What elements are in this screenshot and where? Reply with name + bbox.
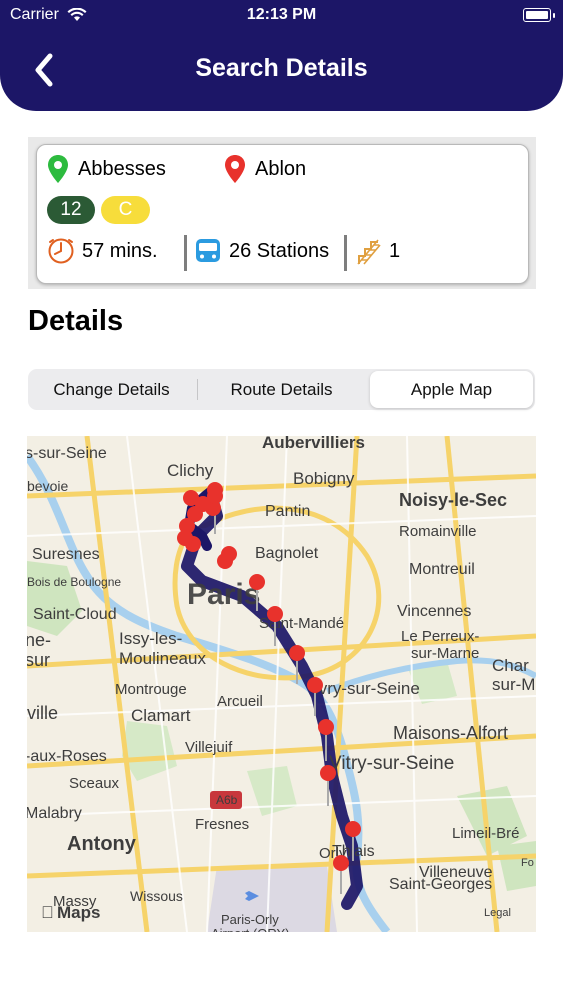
svg-text:Antony: Antony — [67, 833, 137, 855]
svg-text:Maisons-Alfort: Maisons-Alfort — [393, 723, 508, 743]
svg-text:Sceaux: Sceaux — [69, 775, 120, 792]
svg-text:Villejuif: Villejuif — [185, 739, 233, 756]
svg-text:Bois de Boulogne: Bois de Boulogne — [27, 575, 121, 589]
svg-text:Vincennes: Vincennes — [397, 603, 471, 620]
to-station: Ablon — [255, 158, 307, 180]
svg-text:Vitry-sur-Seine: Vitry-sur-Seine — [329, 753, 454, 774]
svg-text:Ivry-sur-Seine: Ivry-sur-Seine — [314, 679, 420, 698]
duration-text: 57 mins. — [82, 240, 158, 262]
svg-text:Paris-Orly: Paris-Orly — [221, 912, 279, 927]
svg-text::  — [41, 903, 54, 922]
svg-text:Bagnolet: Bagnolet — [255, 545, 319, 562]
svg-text:Bobigny: Bobigny — [293, 469, 355, 488]
svg-text:Suresnes: Suresnes — [32, 546, 100, 563]
svg-text:sur: sur — [27, 650, 50, 670]
svg-text:Saint-Georges: Saint-Georges — [389, 876, 492, 893]
svg-text:Fresnes: Fresnes — [195, 816, 249, 833]
svg-text:sur-Marne: sur-Marne — [411, 645, 479, 662]
svg-text:Legal: Legal — [484, 907, 511, 919]
line-badge: 12 — [47, 196, 95, 224]
section-heading: Details — [28, 305, 124, 337]
status-time: 12:13 PM — [246, 6, 317, 23]
end-location-pin-icon — [224, 154, 246, 189]
status-bar: Carrier 12:13 PM — [0, 5, 563, 27]
page-title: Search Details — [195, 54, 368, 82]
svg-text:Malabry: Malabry — [27, 805, 82, 822]
svg-text:Wissous: Wissous — [130, 888, 183, 904]
train-icon — [194, 237, 222, 270]
svg-text:Noisy-le-Sec: Noisy-le-Sec — [399, 490, 507, 510]
divider — [344, 235, 347, 271]
battery-icon — [523, 8, 555, 22]
svg-text:Arcueil: Arcueil — [217, 693, 263, 710]
svg-text:Aubervilliers: Aubervilliers — [262, 436, 365, 452]
changes-count: 1 — [389, 240, 401, 262]
stations-count: 26 Stations — [229, 240, 330, 262]
from-station: Abbesses — [78, 158, 166, 180]
tab-change-details[interactable]: Change Details — [28, 369, 195, 410]
svg-text:Montreuil: Montreuil — [409, 561, 475, 578]
map-label: s-sur-Seine — [27, 445, 107, 462]
svg-text:Limeil-Bré: Limeil-Bré — [452, 825, 520, 842]
map-canvas: Aubervilliers s-sur-Seine Clichy Bobigny… — [27, 436, 536, 932]
clock-icon — [47, 237, 75, 270]
svg-text:Airport (ORY): Airport (ORY) — [211, 926, 290, 932]
svg-text:Issy-les-: Issy-les- — [119, 629, 182, 648]
tab-apple-map[interactable]: Apple Map — [370, 371, 533, 408]
svg-text:Le Perreux-: Le Perreux- — [401, 628, 479, 645]
svg-text:Fo: Fo — [521, 857, 534, 869]
svg-text:ville: ville — [27, 703, 58, 723]
svg-text:Romainville: Romainville — [399, 523, 477, 540]
line-badge: C — [101, 196, 150, 224]
svg-text:sur-M: sur-M — [492, 675, 535, 694]
svg-text:bevoie: bevoie — [27, 478, 68, 494]
tab-route-details[interactable]: Route Details — [198, 369, 365, 410]
svg-text:Clichy: Clichy — [167, 461, 214, 480]
svg-text:Saint-Cloud: Saint-Cloud — [33, 606, 117, 623]
divider — [184, 235, 187, 271]
svg-text:Clamart: Clamart — [131, 706, 191, 725]
svg-text:ne-: ne- — [27, 630, 51, 650]
svg-text:-aux-Roses: -aux-Roses — [27, 748, 107, 765]
svg-text:Char: Char — [492, 656, 529, 675]
route-map[interactable]: Aubervilliers s-sur-Seine Clichy Bobigny… — [27, 436, 536, 932]
start-location-pin-icon — [47, 154, 69, 189]
segmented-control: Change Details Route Details Apple Map — [28, 369, 535, 410]
nav-header: Carrier 12:13 PM Search Details — [0, 0, 563, 111]
svg-text:A6b: A6b — [216, 793, 238, 807]
svg-text:Pantin: Pantin — [265, 503, 310, 520]
stairs-icon — [356, 236, 382, 271]
svg-text:Maps: Maps — [57, 903, 100, 922]
svg-text:Moulineaux: Moulineaux — [119, 649, 206, 668]
svg-text:Montrouge: Montrouge — [115, 681, 187, 698]
